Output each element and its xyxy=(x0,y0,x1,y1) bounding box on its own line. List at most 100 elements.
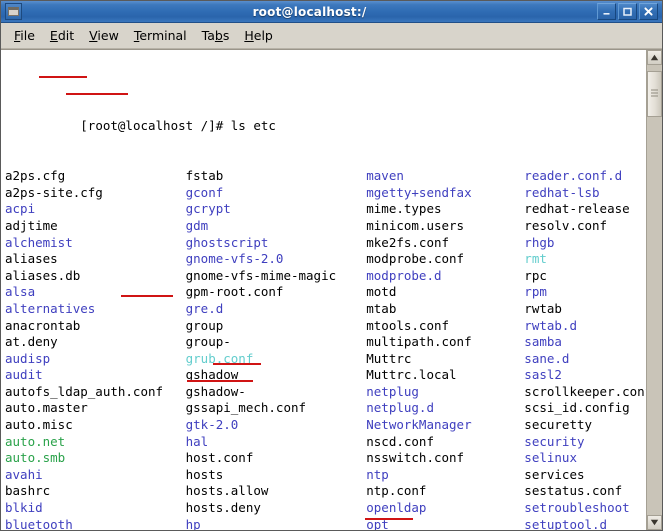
ls-entry: acpi xyxy=(5,201,186,217)
ls-entry: mime.types xyxy=(366,201,525,217)
menu-file[interactable]: File xyxy=(7,25,43,46)
ls-entry: hp xyxy=(185,516,367,530)
ls-entry: rwtab.d xyxy=(524,317,577,333)
ls-entry: scrollkeeper.conf xyxy=(524,383,646,399)
prompt-line: [root@localhost /]# ls etc xyxy=(5,102,646,133)
ls-entry: nscd.conf xyxy=(366,433,525,449)
terminal-line: at.deny group- multipath.conf samba xyxy=(5,334,646,351)
ls-entry: netplug xyxy=(366,383,525,399)
ls-entry: hosts xyxy=(185,466,367,482)
menu-tabs[interactable]: Tabs xyxy=(195,25,238,46)
scrollbar-track[interactable] xyxy=(647,65,662,515)
ls-output: a2ps.cfg fstab maven reader.conf.d a2ps-s… xyxy=(5,168,646,530)
terminal-line: alsa gpm-root.conf motd rpm xyxy=(5,284,646,301)
terminal-line: auto.smb host.conf nsswitch.conf selinux xyxy=(5,450,646,467)
ls-entry: selinux xyxy=(524,450,577,466)
close-button[interactable] xyxy=(639,3,658,20)
ls-entry: auto.misc xyxy=(5,417,186,433)
ls-entry: alsa xyxy=(5,284,186,300)
ls-entry: bluetooth xyxy=(5,516,186,530)
ls-entry: Muttrc.local xyxy=(366,367,525,383)
ls-entry: avahi xyxy=(5,466,186,482)
terminal-line: bluetooth hp opt setuptool.d xyxy=(5,517,646,530)
ls-entry: aliases xyxy=(5,251,186,267)
ls-entry: scsi_id.config xyxy=(524,400,630,416)
ls-entry: adjtime xyxy=(5,217,186,233)
ls-entry: gssapi_mech.conf xyxy=(185,400,367,416)
ls-entry: setroubleshoot xyxy=(524,500,630,516)
ls-entry: mtools.conf xyxy=(366,317,525,333)
ls-entry: alchemist xyxy=(5,234,186,250)
ls-entry: fstab xyxy=(185,168,367,184)
menu-edit[interactable]: Edit xyxy=(43,25,82,46)
ls-entry: modprobe.conf xyxy=(366,251,525,267)
minimize-button[interactable] xyxy=(597,3,616,20)
terminal-line: a2ps.cfg fstab maven reader.conf.d xyxy=(5,168,646,185)
ls-entry: modprobe.d xyxy=(366,267,525,283)
ls-entry: gpm-root.conf xyxy=(185,284,367,300)
scroll-up-button[interactable] xyxy=(647,50,662,65)
ls-entry: group xyxy=(185,317,367,333)
terminal-line: bashrc hosts.allow ntp.conf sestatus.con… xyxy=(5,483,646,500)
ls-entry: gshadow xyxy=(185,367,367,383)
ls-entry: Muttrc xyxy=(366,350,525,366)
ls-entry: host.conf xyxy=(185,450,367,466)
ls-entry: netplug.d xyxy=(366,400,525,416)
terminal-line: audisp grub.conf Muttrc sane.d xyxy=(5,351,646,368)
ls-entry: ghostscript xyxy=(185,234,367,250)
title-bar[interactable]: root@localhost:/ xyxy=(1,1,662,23)
terminal-area: [root@localhost /]# ls etc a2ps.cfg fsta… xyxy=(1,49,662,530)
vertical-scrollbar[interactable] xyxy=(646,50,662,530)
prompt-text: [root@localhost /]# ls etc xyxy=(80,118,276,134)
terminal-line: auto.net hal nscd.conf security xyxy=(5,434,646,451)
terminal-output[interactable]: [root@localhost /]# ls etc a2ps.cfg fsta… xyxy=(1,50,646,530)
ls-entry: gnome-vfs-mime-magic xyxy=(185,267,367,283)
ls-entry: bashrc xyxy=(5,483,186,499)
ls-entry: samba xyxy=(524,334,562,350)
ls-entry: gcrypt xyxy=(185,201,367,217)
scroll-down-button[interactable] xyxy=(647,515,662,530)
ls-entry: group- xyxy=(185,334,367,350)
ls-entry: setuptool.d xyxy=(524,516,608,530)
ls-entry: ntp.conf xyxy=(366,483,525,499)
ls-entry: ntp xyxy=(366,466,525,482)
terminal-line: alternatives gre.d mtab rwtab xyxy=(5,301,646,318)
scrollbar-thumb[interactable] xyxy=(647,71,662,117)
terminal-line: aliases gnome-vfs-2.0 modprobe.conf rmt xyxy=(5,251,646,268)
maximize-button[interactable] xyxy=(618,3,637,20)
ls-entry: mke2fs.conf xyxy=(366,234,525,250)
ls-entry: sane.d xyxy=(524,350,570,366)
ls-entry: audit xyxy=(5,367,186,383)
ls-entry: gtk-2.0 xyxy=(185,417,367,433)
ls-entry: NetworkManager xyxy=(366,417,525,433)
ls-entry: grub.conf xyxy=(185,350,367,366)
ls-entry: blkid xyxy=(5,500,186,516)
ls-entry: opt xyxy=(366,516,525,530)
terminal-line: audit gshadow Muttrc.local sasl2 xyxy=(5,367,646,384)
ls-entry: gdm xyxy=(185,217,367,233)
menu-help[interactable]: Help xyxy=(237,25,281,46)
terminal-window: root@localhost:/ File Edit View Terminal… xyxy=(0,0,663,531)
ls-entry: maven xyxy=(366,168,525,184)
ls-entry: nsswitch.conf xyxy=(366,450,525,466)
ls-entry: services xyxy=(524,466,585,482)
window-title: root@localhost:/ xyxy=(252,4,367,19)
menu-terminal[interactable]: Terminal xyxy=(127,25,195,46)
ls-entry: minicom.users xyxy=(366,217,525,233)
ls-entry: redhat-lsb xyxy=(524,184,600,200)
menu-view[interactable]: View xyxy=(82,25,127,46)
terminal-line: auto.master gssapi_mech.conf netplug.d s… xyxy=(5,400,646,417)
ls-entry: resolv.conf xyxy=(524,217,608,233)
ls-entry: at.deny xyxy=(5,334,186,350)
terminal-line: a2ps-site.cfg gconf mgetty+sendfax redha… xyxy=(5,185,646,202)
ls-entry: security xyxy=(524,433,585,449)
ls-entry: securetty xyxy=(524,417,593,433)
ls-entry: rmt xyxy=(524,251,547,267)
ls-entry: a2ps.cfg xyxy=(5,168,186,184)
ls-entry: motd xyxy=(366,284,525,300)
ls-entry: hosts.allow xyxy=(185,483,367,499)
ls-entry: autofs_ldap_auth.conf xyxy=(5,383,186,399)
ls-entry: anacrontab xyxy=(5,317,186,333)
terminal-line: anacrontab group mtools.conf rwtab.d xyxy=(5,318,646,335)
ls-entry: a2ps-site.cfg xyxy=(5,184,186,200)
